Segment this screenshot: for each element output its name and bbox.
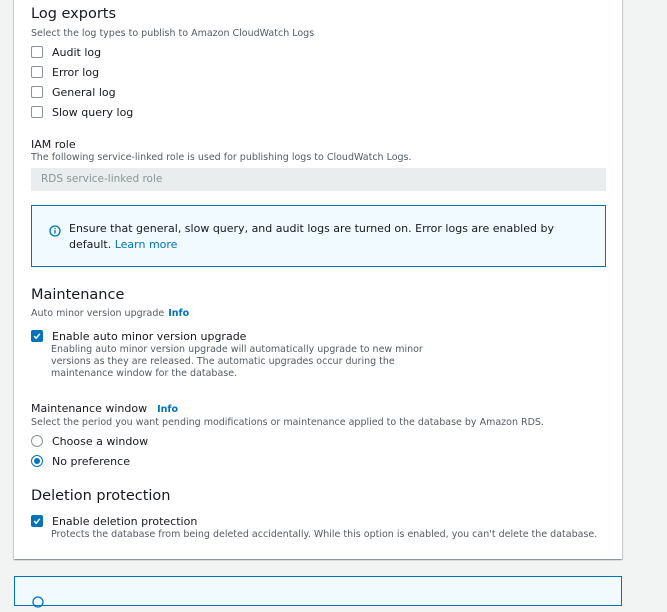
checkbox-box[interactable]: [31, 66, 43, 78]
deletion-protection-description: Protects the database from being deleted…: [51, 529, 598, 540]
choose-window-radio[interactable]: Choose a window: [31, 434, 148, 448]
maintenance-window-label: Maintenance window Info: [31, 402, 178, 415]
additional-configuration-panel: [14, 0, 622, 559]
iam-role-label: IAM role: [31, 138, 76, 151]
checkbox-label: Audit log: [52, 45, 102, 59]
auto-upgrade-description: Enabling auto minor version upgrade will…: [51, 344, 423, 379]
maintenance-window-text: Maintenance window: [31, 402, 148, 415]
learn-more-link[interactable]: Learn more: [115, 238, 178, 251]
checkbox-box[interactable]: [31, 330, 43, 342]
radio-label: No preference: [52, 454, 130, 468]
info-icon: [32, 593, 44, 612]
checkbox-label: Error log: [52, 65, 100, 79]
iam-role-field: RDS service-linked role: [31, 168, 606, 191]
maintenance-window-description: Select the period you want pending modif…: [31, 417, 544, 428]
checkmark-icon: [33, 518, 41, 525]
checkbox-label: Slow query log: [52, 105, 134, 119]
info-link[interactable]: Info: [157, 404, 178, 415]
info-link[interactable]: Info: [168, 308, 189, 319]
general-log-checkbox[interactable]: General log: [31, 85, 116, 99]
checkbox-box[interactable]: [31, 86, 43, 98]
checkbox-box[interactable]: [31, 515, 43, 527]
checkbox-box[interactable]: [31, 46, 43, 58]
auto-minor-version-upgrade-checkbox[interactable]: Enable auto minor version upgrade: [31, 329, 246, 343]
info-icon: [49, 222, 61, 241]
audit-log-checkbox[interactable]: Audit log: [31, 45, 101, 59]
log-exports-heading: Log exports: [31, 6, 117, 22]
slow-query-log-checkbox[interactable]: Slow query log: [31, 105, 133, 119]
error-log-checkbox[interactable]: Error log: [31, 65, 99, 79]
next-info-alert: [14, 576, 622, 608]
maintenance-subtitle: Auto minor version upgrade Info: [31, 308, 189, 319]
radio-button[interactable]: [31, 435, 43, 447]
auto-minor-version-upgrade-label: Auto minor version upgrade: [31, 308, 165, 319]
radio-label: Choose a window: [52, 434, 149, 448]
checkbox-box[interactable]: [31, 106, 43, 118]
checkbox-label: Enable auto minor version upgrade: [52, 329, 247, 343]
checkbox-label: General log: [52, 85, 116, 99]
maintenance-heading: Maintenance: [31, 287, 125, 303]
alert-message: Ensure that general, slow query, and aud…: [69, 221, 599, 253]
log-exports-description: Select the log types to publish to Amazo…: [31, 28, 315, 39]
radio-button[interactable]: [31, 455, 43, 467]
deletion-protection-checkbox[interactable]: Enable deletion protection: [31, 514, 197, 528]
no-preference-radio[interactable]: No preference: [31, 454, 130, 468]
deletion-protection-heading: Deletion protection: [31, 488, 171, 504]
iam-role-description: The following service-linked role is use…: [31, 152, 412, 163]
checkmark-icon: [33, 333, 41, 340]
info-alert: Ensure that general, slow query, and aud…: [31, 205, 606, 267]
checkbox-label: Enable deletion protection: [52, 514, 198, 528]
